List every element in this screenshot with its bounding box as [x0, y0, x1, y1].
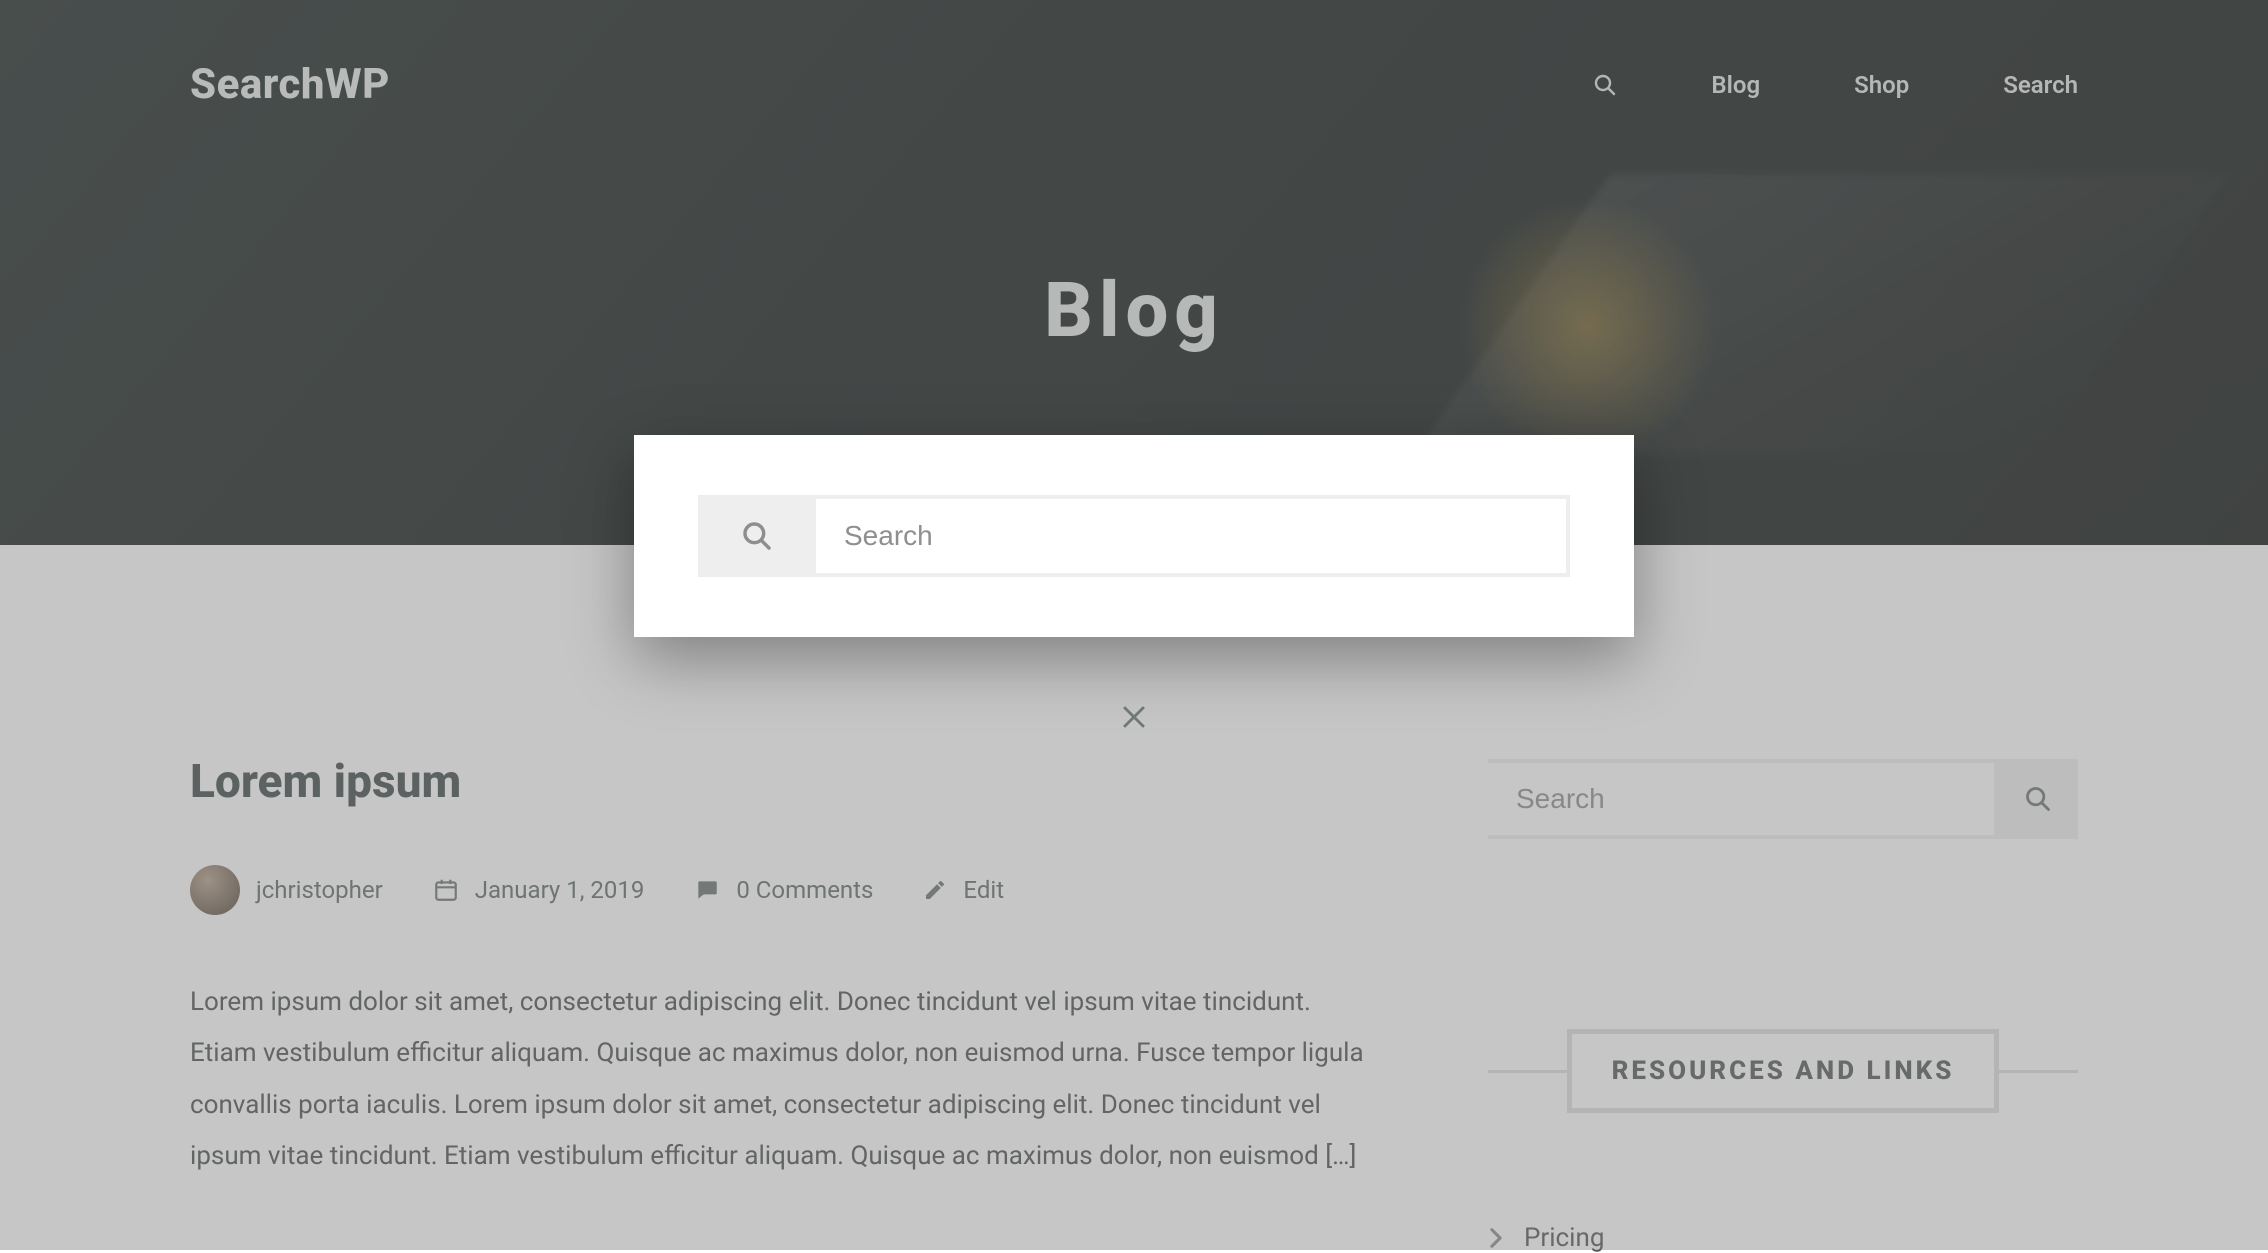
close-icon	[1117, 698, 1151, 732]
modal-close-button[interactable]	[1117, 698, 1151, 735]
search-icon	[741, 520, 773, 552]
search-modal	[634, 435, 1634, 637]
modal-search-group	[698, 495, 1570, 577]
modal-search-input[interactable]	[816, 495, 1570, 577]
modal-search-button[interactable]	[698, 495, 816, 577]
